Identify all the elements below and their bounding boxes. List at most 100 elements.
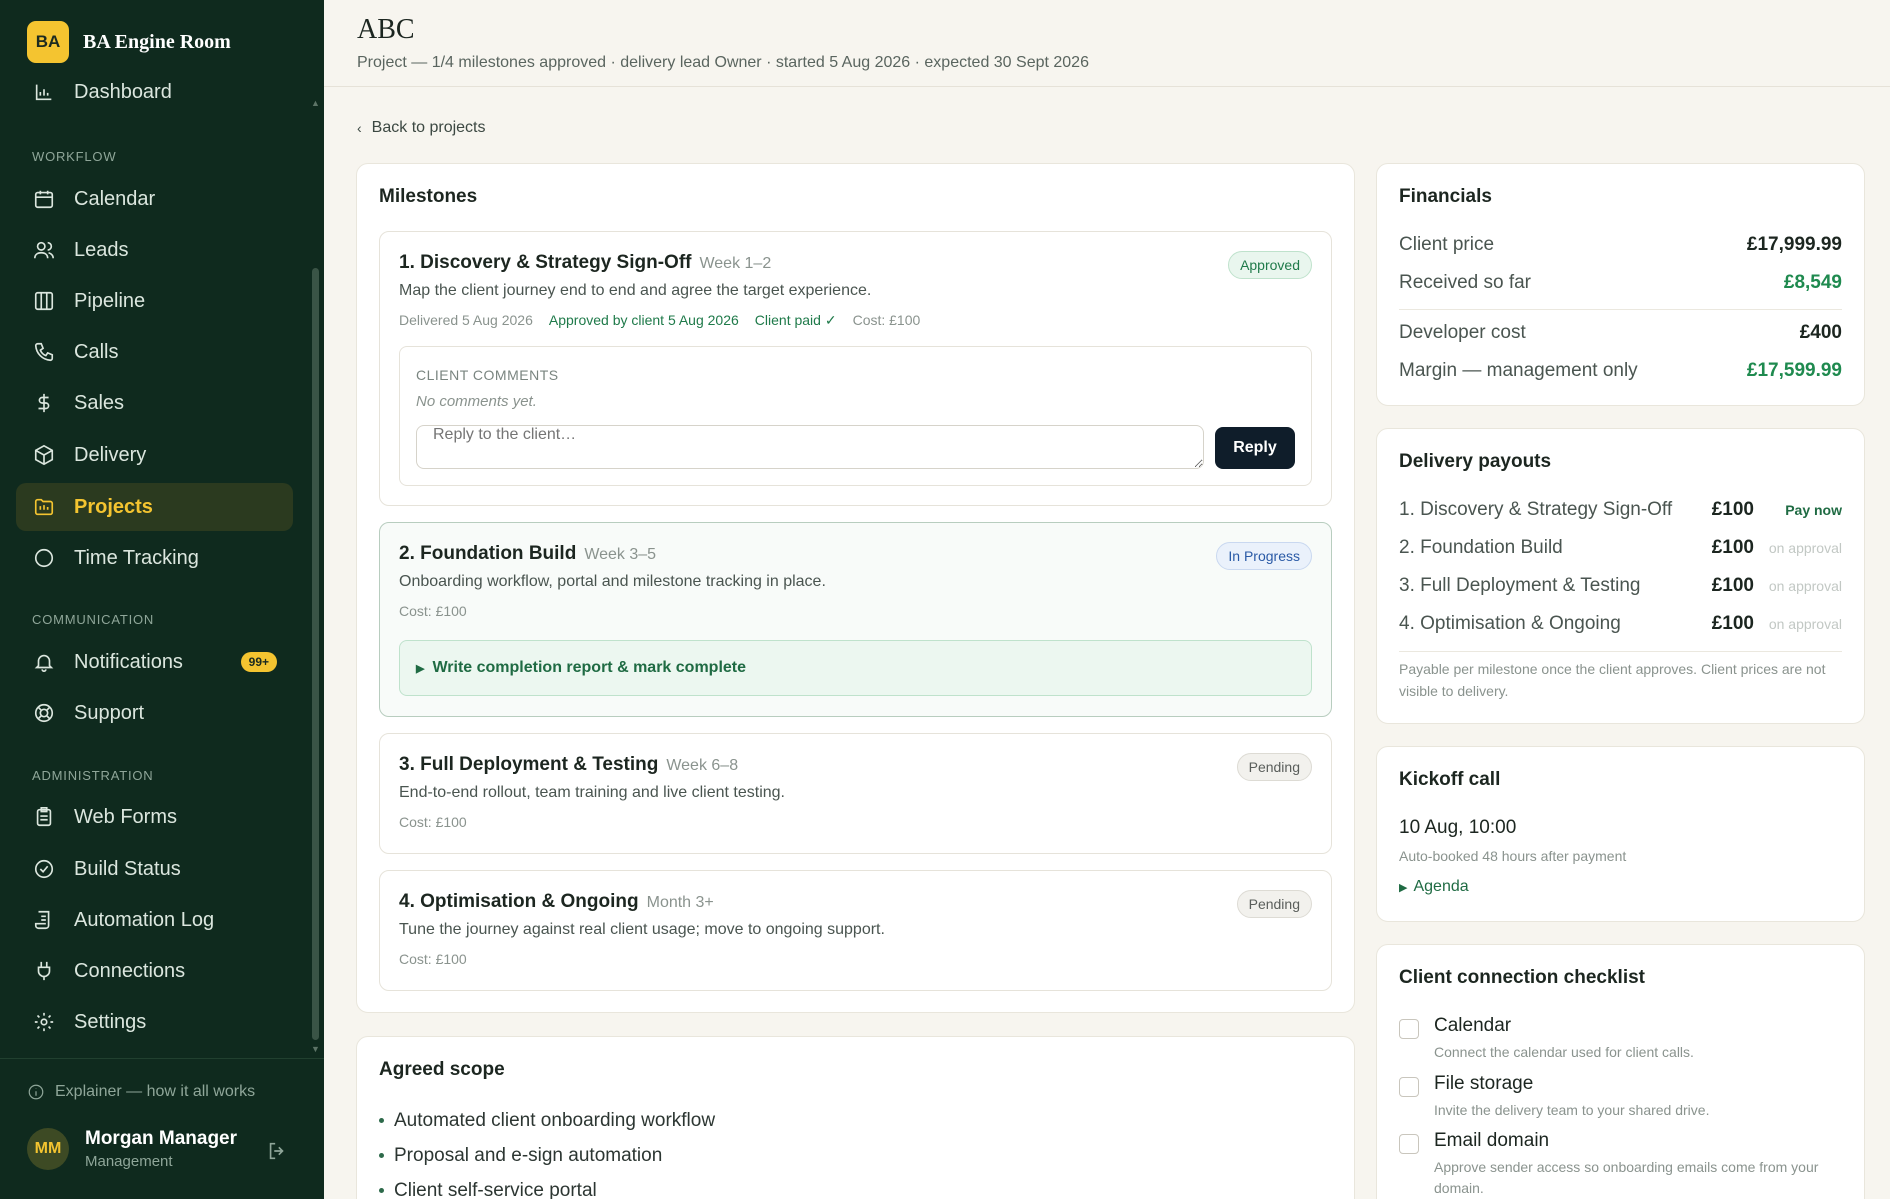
section-label-workflow: WORKFLOW <box>32 149 117 164</box>
scope-item-label: Proposal and e-sign automation <box>394 1144 663 1166</box>
sidebar-item-web-forms[interactable]: Web Forms <box>16 793 293 841</box>
reply-input[interactable] <box>416 425 1204 469</box>
scroll-down-arrow[interactable]: ▼ <box>311 1044 320 1054</box>
sidebar-item-notifications[interactable]: Notifications 99+ <box>16 638 293 686</box>
scope-item-label: Client self-service portal <box>394 1179 597 1199</box>
client-price-value: £17,999.99 <box>1746 234 1842 255</box>
sidebar-item-settings[interactable]: Settings <box>16 998 293 1046</box>
sidebar-item-label: Sales <box>74 391 125 414</box>
sidebar-item-delivery[interactable]: Delivery <box>16 431 293 479</box>
milestone-title: 4. Optimisation & Ongoing Month 3+ <box>399 891 714 913</box>
sidebar-item-support[interactable]: Support <box>16 689 293 737</box>
divider <box>0 1058 324 1059</box>
payout-row: 1. Discovery & Strategy Sign-Off £100 Pa… <box>1399 499 1842 521</box>
sidebar-item-projects[interactable]: Projects <box>16 483 293 531</box>
nav-scroll-area: Dashboard WORKFLOW Calendar Leads Pipeli… <box>0 82 324 1057</box>
plug-icon <box>32 959 56 983</box>
checklist-item-title: Calendar <box>1434 1015 1512 1036</box>
list-item: Client self-service portal <box>379 1173 715 1199</box>
sidebar-item-label: Delivery <box>74 443 147 466</box>
explainer-link[interactable]: Explainer — how it all works <box>27 1083 255 1101</box>
developer-cost-value: £400 <box>1799 322 1842 343</box>
avatar: MM <box>27 1128 69 1170</box>
kickoff-title: Kickoff call <box>1399 769 1501 790</box>
checklist-item-desc: Connect the calendar used for client cal… <box>1434 1044 1694 1060</box>
delivery-payouts-card: Delivery payouts 1. Discovery & Strategy… <box>1376 428 1865 724</box>
pay-now-button[interactable]: Pay now <box>1754 502 1842 518</box>
sidebar-item-label: Web Forms <box>74 805 177 828</box>
reply-button[interactable]: Reply <box>1215 427 1295 469</box>
sidebar-item-calendar[interactable]: Calendar <box>16 175 293 223</box>
milestone-description: Onboarding workflow, portal and mileston… <box>399 573 826 590</box>
sidebar-item-sales[interactable]: Sales <box>16 379 293 427</box>
bullet <box>379 1153 384 1158</box>
sidebar-item-label: Pipeline <box>74 289 146 312</box>
write-completion-report-toggle[interactable]: ▶ Write completion report & mark complet… <box>399 640 1312 696</box>
scroll-icon <box>32 908 56 932</box>
sidebar-item-connections[interactable]: Connections <box>16 947 293 995</box>
triangle-right-icon: ▶ <box>1399 881 1408 894</box>
sidebar-item-label: Projects <box>74 495 153 518</box>
sidebar-item-dashboard[interactable]: Dashboard <box>16 82 293 116</box>
financials-title: Financials <box>1399 186 1492 207</box>
status-badge: Pending <box>1236 890 1312 918</box>
sidebar-item-pipeline[interactable]: Pipeline <box>16 277 293 325</box>
received-row: Received so far £8,549 <box>1399 272 1842 294</box>
payout-label: 3. Full Deployment & Testing <box>1399 575 1641 596</box>
milestone-week: Week 1–2 <box>699 255 772 272</box>
sidebar-item-automation-log[interactable]: Automation Log <box>16 896 293 944</box>
payout-label: 4. Optimisation & Ongoing <box>1399 613 1621 634</box>
back-to-projects-link[interactable]: ‹ Back to projects <box>357 119 486 137</box>
payout-label: 1. Discovery & Strategy Sign-Off <box>1399 499 1673 520</box>
bell-icon <box>32 650 56 674</box>
calendar-icon <box>32 187 56 211</box>
sidebar-item-build-status[interactable]: Build Status <box>16 845 293 893</box>
sidebar-item-label: Calls <box>74 340 119 363</box>
payouts-note: Payable per milestone once the client ap… <box>1399 661 1826 699</box>
milestone-week: Month 3+ <box>646 894 714 911</box>
sidebar-item-leads[interactable]: Leads <box>16 226 293 274</box>
milestone-title: 2. Foundation Build Week 3–5 <box>399 543 656 565</box>
page-title: ABC <box>357 14 415 45</box>
brand[interactable]: BA BA Engine Room <box>27 21 231 63</box>
payout-status: on approval <box>1768 540 1842 556</box>
sidebar-item-label: Settings <box>74 1010 147 1033</box>
payout-amount: £100 <box>1711 537 1754 558</box>
margin-row: Margin — management only £17,599.99 <box>1399 360 1842 382</box>
email-domain-checkbox[interactable] <box>1399 1134 1419 1154</box>
checklist-item-desc: Approve sender access so onboarding emai… <box>1434 1159 1819 1196</box>
delivered-date: Delivered 5 Aug 2026 <box>399 312 533 328</box>
section-label-administration: ADMINISTRATION <box>32 768 154 783</box>
circle-icon <box>32 546 56 570</box>
logout-icon <box>269 1142 284 1160</box>
milestone-meta: Cost: £100 <box>399 814 467 830</box>
client-paid: Client paid ✓ <box>754 312 837 328</box>
agenda-toggle[interactable]: ▶ Agenda <box>1399 878 1469 896</box>
payout-status: on approval <box>1768 578 1842 594</box>
sidebar-scrollbar[interactable] <box>312 268 319 1040</box>
triangle-right-icon: ▶ <box>416 662 425 675</box>
agreed-scope-card: Agreed scope Automated client onboarding… <box>356 1036 1355 1199</box>
milestones-card: Milestones 1. Discovery & Strategy Sign-… <box>356 163 1355 1013</box>
milestone-meta: Cost: £100 <box>399 951 467 967</box>
user-role: Management <box>85 1153 173 1170</box>
check-circle-icon <box>32 857 56 881</box>
user-profile[interactable]: MM Morgan Manager Management <box>27 1128 237 1170</box>
sidebar: BA BA Engine Room Dashboard WORKFLOW Cal… <box>0 0 324 1199</box>
milestone-4: 4. Optimisation & Ongoing Month 3+ Pendin… <box>379 870 1332 991</box>
milestone-week: Week 6–8 <box>666 757 739 774</box>
scroll-up-arrow[interactable]: ▲ <box>311 98 320 108</box>
sidebar-item-time-tracking[interactable]: Time Tracking <box>16 534 293 582</box>
checklist-title: Client connection checklist <box>1399 967 1645 988</box>
kickoff-note: Auto-booked 48 hours after payment <box>1399 848 1627 864</box>
file-storage-checkbox[interactable] <box>1399 1077 1419 1097</box>
logout-button[interactable] <box>266 1140 288 1167</box>
list-item: Automated client onboarding workflow <box>379 1103 715 1138</box>
sidebar-item-calls[interactable]: Calls <box>16 328 293 376</box>
scope-list: Automated client onboarding workflow Pro… <box>379 1103 715 1199</box>
client-comments: CLIENT COMMENTS No comments yet. Reply <box>399 346 1312 486</box>
milestone-week: Week 3–5 <box>584 546 657 563</box>
payouts-title: Delivery payouts <box>1399 451 1552 472</box>
calendar-checkbox[interactable] <box>1399 1019 1419 1039</box>
payout-amount: £100 <box>1711 499 1754 520</box>
